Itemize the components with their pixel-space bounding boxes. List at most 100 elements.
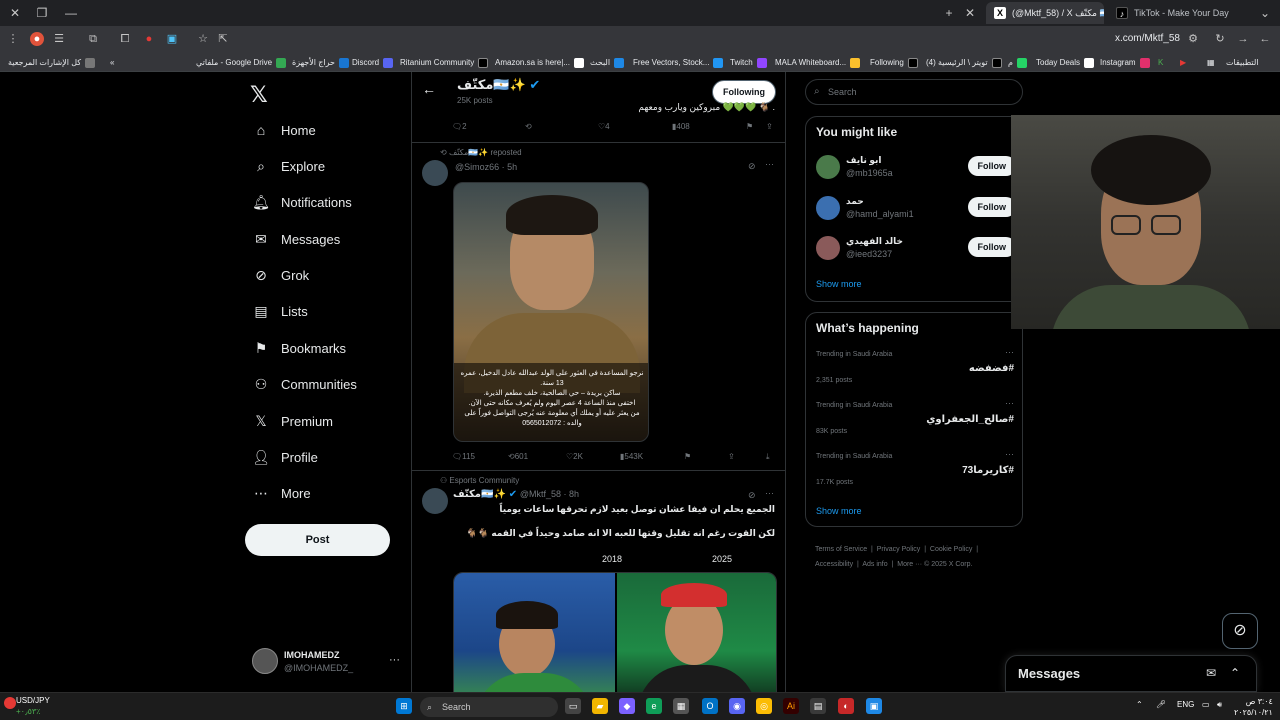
file-explorer-icon[interactable]: ▰ [592,698,608,714]
nav-explore[interactable]: ⌕ Explore [252,151,325,181]
new-message-icon[interactable]: ✉ [1206,666,1216,680]
star-icon[interactable]: ☆ [196,32,210,46]
back-arrow-icon[interactable]: ← [422,81,436,97]
discord-icon[interactable]: ◉ [729,698,745,714]
more-icon[interactable]: ··· [765,488,774,498]
grok-icon[interactable]: ⊘ [1222,613,1258,649]
reload-icon[interactable]: ↻ [1213,32,1227,46]
app-icon[interactable]: ◐ [838,698,854,714]
search-input[interactable]: ⌕ Search [805,79,1023,105]
outlook-icon[interactable]: O [702,698,718,714]
bookmark-item[interactable]: Instagram [1100,56,1150,70]
translate-icon[interactable]: ▣ [165,32,179,46]
grok-icon[interactable]: ⊘ [748,490,756,501]
post-button[interactable]: Post [245,524,390,556]
window-close-icon[interactable]: ✕ [6,4,24,22]
forward-icon[interactable]: → [1236,32,1250,46]
screenshot-icon[interactable]: ⧉ [86,32,100,46]
footer-link[interactable]: Privacy Policy [877,546,921,553]
share-button[interactable]: ⇪ [728,452,735,461]
nav-messages[interactable]: ✉ Messages [252,224,340,254]
bookmark-item[interactable]: MALA Whiteboard... [775,56,861,70]
share-icon[interactable]: ⇱ [216,32,230,46]
reply-button[interactable]: 🗨︎ 2 [452,122,467,131]
chrome-icon[interactable]: ◎ [756,698,772,714]
trend-item[interactable]: Trending in Saudi Arabia ··· #صالح_الجعف… [816,398,1014,446]
site-settings-icon[interactable]: ⚙ [1186,32,1200,46]
grok-icon[interactable]: ⊘ [748,161,756,172]
messages-drawer[interactable]: Messages ✉ ⌃ [1005,655,1257,692]
nav-more[interactable]: ⋯ More [252,478,311,508]
new-tab-icon[interactable]: + [940,4,958,22]
community-indicator[interactable]: ⚇ Esports Community [440,476,519,485]
more-icon[interactable]: ··· [1005,347,1014,357]
bookmark-item[interactable]: كل الإشارات المرجعية [8,56,96,70]
follow-button[interactable]: Follow [967,197,1016,217]
nav-profile[interactable]: 👤︎ Profile [252,442,318,472]
trend-item[interactable]: Trending in Saudi Arabia ··· #فضفضه 2,35… [816,347,1014,395]
bookmark-item[interactable]: البحث [590,56,625,70]
account-switcher[interactable]: IMOHAMEDZ @IMOHAMEDZ_ ··· [252,646,404,680]
microphone-icon[interactable]: 🎤︎ [1156,700,1166,709]
download-icon[interactable]: ⤓ [766,452,770,462]
profile-avatar-icon[interactable]: ● [30,32,44,46]
expand-up-icon[interactable]: ⌃ [1230,666,1240,680]
footer-link[interactable]: Cookie Policy [930,546,972,553]
bookmark-item[interactable]: التطبيقات [1226,56,1272,70]
nav-bookmarks[interactable]: ⚑ Bookmarks [252,333,346,363]
footer-link[interactable]: More ··· [897,561,922,568]
copilot-icon[interactable]: ◆ [619,698,635,714]
window-minimize-icon[interactable]: — [62,4,80,22]
bookmark-item[interactable]: ملفاتي - Google Drive [196,56,287,70]
tweet-handle[interactable]: @Simoz66 · 5h [455,162,517,172]
edge-icon[interactable]: e [646,698,662,714]
network-icon[interactable]: ▭ [1202,700,1210,709]
nav-communities[interactable]: ⚇ Communities [252,369,357,399]
record-icon[interactable]: ● [142,32,156,46]
follow-button[interactable]: Follow [967,237,1016,257]
window-restore-icon[interactable]: ❐ [33,4,51,22]
address-bar[interactable]: x.com/Mktf_58 [1115,33,1180,44]
illustrator-icon[interactable]: Ai [783,698,799,714]
stock-ticker[interactable]: USD/JPY +٠٫٥٣٪ [16,695,50,717]
follow-button[interactable]: Follow [967,156,1016,176]
tweet-image[interactable] [453,572,777,692]
more-icon[interactable]: ··· [765,159,774,169]
bookmark-item[interactable]: Today Deals [1036,56,1095,70]
bookmark-item[interactable]: Ritanium Community [400,56,489,70]
bookmark-item[interactable]: (4) تويتر \ الرئيسية [926,56,1002,70]
bookmark-item[interactable]: Discord [352,56,394,70]
tab-tiktok[interactable]: ♪ TikTok - Make Your Day [1108,2,1248,24]
avatar[interactable] [422,488,448,514]
apps-grid-icon[interactable]: ▦ [1207,56,1221,70]
bookmark-button[interactable]: ⚑ [684,452,691,461]
volume-icon[interactable]: 🔊︎ [1217,700,1222,710]
show-more-link[interactable]: Show more [816,506,862,516]
nav-home[interactable]: ⌂ Home [252,115,316,145]
task-view-icon[interactable]: ▭ [565,698,581,714]
tray-chevron-icon[interactable]: ⌃ [1136,700,1143,709]
following-button[interactable]: Following [712,80,776,104]
more-icon[interactable]: ··· [389,654,400,666]
tweet-author[interactable]: مكتّف🇦🇷✨ ✔ @Mktf_58 · 8h [453,489,579,500]
app-icon[interactable]: ▤ [810,698,826,714]
bookmark-item[interactable]: Free Vectors, Stock... [633,56,724,70]
like-button[interactable]: ♡ 4 [598,122,610,131]
views-button[interactable]: ▮ 408 [672,122,690,131]
tab-search-icon[interactable]: ⌄ [1256,4,1274,22]
taskbar-search[interactable]: ⌕ Search [420,697,558,717]
youtube-icon[interactable]: ▶ [1180,56,1190,70]
repost-button[interactable]: ⟲ [525,122,532,131]
footer-link[interactable]: Terms of Service [815,546,867,553]
windows-start-icon[interactable]: ⊞ [396,698,412,714]
app-icon[interactable]: ▣ [866,698,882,714]
views-button[interactable]: ▮ 543K [620,452,643,461]
nav-grok[interactable]: ⊘ Grok [252,260,309,290]
nav-lists[interactable]: ▤ Lists [252,296,307,326]
repost-button[interactable]: ⟲ 601 [508,452,528,461]
trend-item[interactable]: Trending in Saudi Arabia ··· #كاريرما73 … [816,449,1014,497]
bookmark-item[interactable]: م [1008,56,1027,70]
bookmark-button[interactable]: ⚑ [746,122,753,131]
suggestion-row[interactable]: ابو نايف @mb1965a Follow [816,153,1016,185]
store-icon[interactable]: ▦ [673,698,689,714]
